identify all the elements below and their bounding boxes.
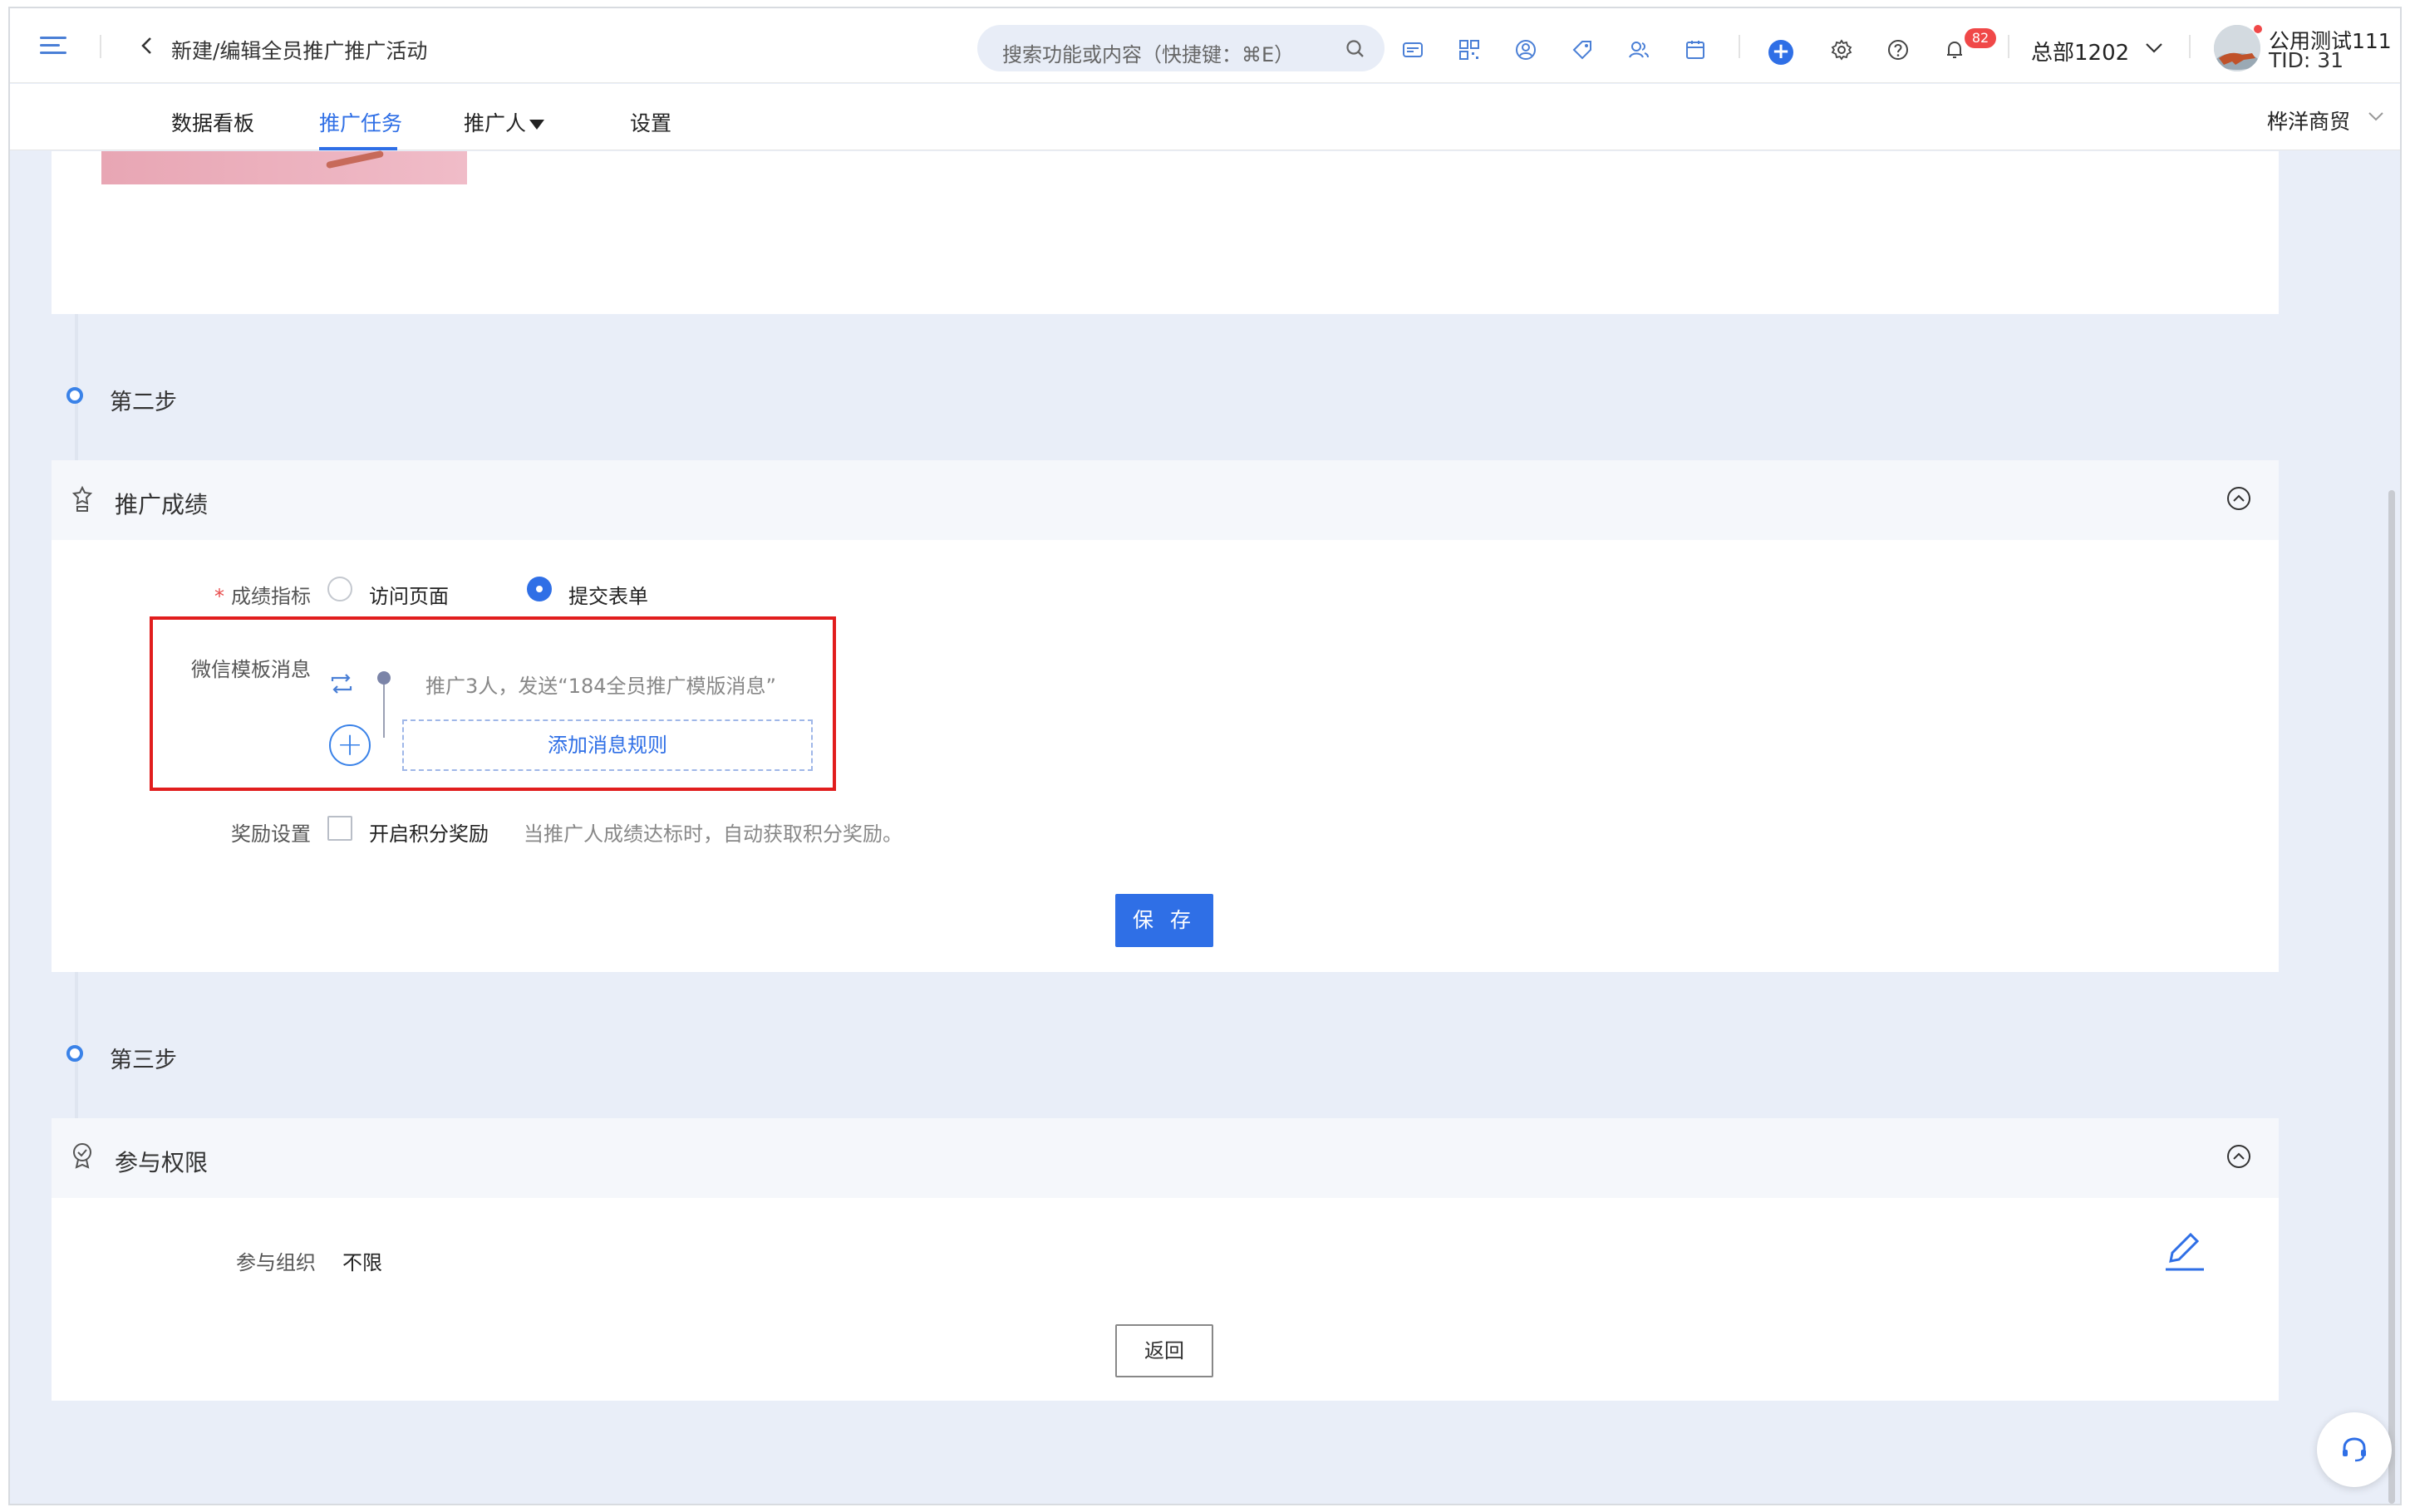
divider	[2189, 35, 2191, 58]
back-icon[interactable]	[135, 33, 160, 58]
scrollbar[interactable]	[2388, 490, 2395, 1504]
search-input[interactable]: 搜索功能或内容（快捷键：⌘E）	[977, 25, 1385, 71]
radio-submit-form[interactable]	[527, 577, 552, 601]
company-selector[interactable]: 桦洋商贸	[2267, 106, 2350, 135]
badge-icon	[73, 1143, 91, 1169]
chevron-down-icon[interactable]	[2367, 110, 2385, 122]
help-icon[interactable]	[1886, 38, 1910, 61]
reward-checkbox[interactable]	[327, 816, 352, 841]
rule-connector	[383, 685, 385, 738]
active-tab-indicator	[319, 147, 397, 150]
step1-card-bottom	[52, 150, 2279, 314]
notification-badge: 82	[1965, 28, 1996, 48]
tab-promoters-label: 推广人	[464, 111, 527, 135]
users-icon[interactable]	[1627, 38, 1650, 61]
poster-image	[101, 150, 467, 184]
org-value: 不限	[342, 1251, 382, 1274]
user-tid: TID: 31	[2269, 48, 2344, 72]
org-selector[interactable]: 总部1202	[2031, 36, 2129, 66]
tab-bar: 数据看板 推广任务 推广人 设置 桦洋商贸	[10, 84, 2400, 150]
repeat-icon[interactable]	[329, 673, 354, 695]
org-name: 总部1202	[2031, 41, 2130, 66]
rule-dot	[377, 671, 391, 685]
edit-icon[interactable]	[2159, 1226, 2209, 1276]
qrcode-icon[interactable]	[1458, 38, 1481, 61]
rule-text[interactable]: 推广3人，发送“184全员推广模版消息”	[425, 670, 776, 699]
gear-icon[interactable]	[1830, 38, 1853, 61]
divider	[1739, 35, 1740, 58]
collapse-icon[interactable]	[2226, 485, 2252, 512]
divider	[2008, 35, 2009, 58]
radio-visit-page-label[interactable]: 访问页面	[369, 580, 449, 609]
card-title: 参与权限	[115, 1149, 209, 1176]
radio-submit-form-label[interactable]: 提交表单	[568, 580, 648, 609]
org-label: 参与组织	[236, 1251, 316, 1274]
card-header: 参与权限	[52, 1118, 2279, 1198]
chevron-down-icon[interactable]	[2144, 42, 2164, 55]
status-dot	[2254, 25, 2262, 33]
top-bar: 新建/编辑全员推广推广活动 搜索功能或内容（快捷键：⌘E） + 82 总部120…	[10, 8, 2400, 83]
collapse-icon[interactable]	[2226, 1143, 2252, 1170]
add-rule-plus-icon[interactable]: +	[329, 724, 371, 766]
reward-hint: 当推广人成绩达标时，自动获取积分奖励。	[524, 822, 903, 846]
reward-label: 奖励设置	[231, 822, 311, 846]
save-button[interactable]: 保 存	[1115, 894, 1213, 947]
step3-label: 第三步	[110, 1048, 177, 1073]
bell-icon[interactable]	[1943, 38, 1966, 61]
reward-checkbox-label[interactable]: 开启积分奖励	[369, 817, 489, 847]
add-circle-icon[interactable]: +	[1768, 40, 1793, 65]
step-dot	[66, 387, 83, 404]
caret-down-icon	[529, 120, 545, 130]
wechat-template-label: 微信模板消息	[191, 658, 311, 681]
tab-settings[interactable]: 设置	[630, 107, 671, 137]
radio-visit-page[interactable]	[327, 577, 352, 601]
avatar[interactable]	[2214, 25, 2260, 71]
card-icon[interactable]	[1401, 38, 1424, 61]
page-title: 新建/编辑全员推广推广活动	[171, 39, 428, 63]
metric-label: * 成绩指标	[214, 585, 311, 608]
tab-dashboard[interactable]: 数据看板	[171, 107, 254, 137]
search-placeholder: 搜索功能或内容（快捷键：⌘E）	[1002, 43, 1295, 66]
app-window: 新建/编辑全员推广推广活动 搜索功能或内容（快捷键：⌘E） + 82 总部120…	[8, 7, 2402, 1505]
trophy-icon	[71, 485, 93, 512]
card-header: 推广成绩	[52, 460, 2279, 540]
card-title: 推广成绩	[115, 491, 209, 518]
divider	[100, 35, 101, 58]
menu-icon[interactable]	[40, 37, 66, 55]
tag-icon[interactable]	[1571, 38, 1594, 61]
tab-promoters[interactable]: 推广人	[464, 107, 545, 137]
customer-service-button[interactable]	[2317, 1412, 2392, 1487]
add-message-rule-button[interactable]: 添加消息规则	[402, 719, 813, 771]
step-dot	[66, 1045, 83, 1062]
tab-promo-tasks[interactable]: 推广任务	[319, 107, 402, 137]
calendar-icon[interactable]	[1684, 38, 1707, 61]
back-button[interactable]: 返回	[1115, 1324, 1213, 1377]
search-icon	[1346, 40, 1364, 57]
step2-label: 第二步	[110, 390, 177, 415]
user-circle-icon[interactable]	[1514, 38, 1537, 61]
headset-icon	[2343, 1437, 2366, 1462]
